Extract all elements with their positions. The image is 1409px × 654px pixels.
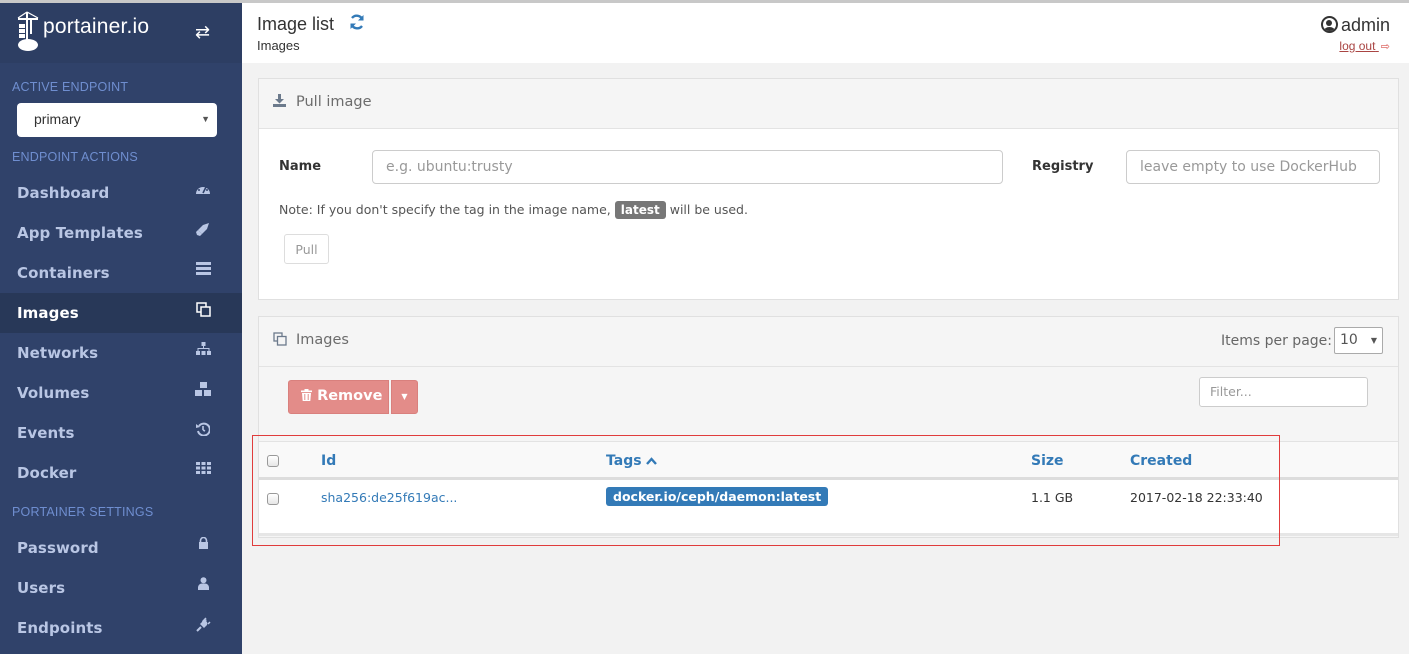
sidebar-item-label: Images (17, 304, 79, 322)
sidebar: portainer.io ⇄ ACTIVE ENDPOINT primary ▼… (0, 0, 242, 654)
table-row: sha256:de25f619ac... docker.io/ceph/daem… (259, 480, 1398, 536)
remove-label: Remove (317, 388, 383, 404)
remove-button[interactable]: Remove (288, 380, 389, 414)
column-tags-label: Tags (606, 453, 642, 469)
sidebar-item-label: Docker (17, 464, 77, 482)
plug-icon (192, 617, 214, 636)
clone-icon (192, 302, 214, 321)
sitemap-icon (192, 342, 214, 359)
registry-input[interactable]: leave empty to use DockerHub (1126, 150, 1380, 184)
logout-link[interactable]: log out ⇨ (1339, 39, 1390, 53)
tag-note: Note: If you don't specify the tag in th… (279, 201, 748, 219)
sidebar-item-dashboard[interactable]: Dashboard (0, 173, 242, 213)
lock-icon (192, 536, 214, 553)
items-per-page-value: 10 (1340, 332, 1358, 348)
column-tags[interactable]: Tags (606, 453, 658, 469)
sort-asc-icon (646, 453, 658, 469)
pull-image-title: Pull image (296, 94, 372, 110)
server-icon (192, 262, 214, 279)
th-icon (192, 462, 214, 478)
sidebar-item-label: Containers (17, 264, 110, 282)
sign-out-icon: ⇨ (1380, 41, 1390, 53)
username: admin (1340, 15, 1390, 35)
user-icon (192, 577, 214, 594)
brand-bar: portainer.io ⇄ (0, 0, 242, 63)
cubes-icon (192, 382, 214, 401)
sidebar-item-docker[interactable]: Docker (0, 453, 242, 493)
exchange-icon[interactable]: ⇄ (195, 22, 210, 43)
caret-down-icon: ▼ (401, 392, 408, 401)
images-widget: Images Items per page: 10 ▼ Remove ▼ Fil… (258, 316, 1399, 538)
sidebar-item-users[interactable]: Users (0, 568, 242, 608)
select-all-checkbox[interactable] (267, 455, 279, 467)
filter-input[interactable]: Filter... (1199, 377, 1368, 407)
sidebar-item-label: Dashboard (17, 184, 110, 202)
latest-badge: latest (614, 201, 666, 219)
sidebar-item-events[interactable]: Events (0, 413, 242, 453)
remove-dropdown-toggle[interactable]: ▼ (391, 380, 418, 414)
endpoint-select-value: primary (34, 111, 81, 127)
sidebar-item-label: Endpoints (17, 619, 103, 637)
image-tag-cell: docker.io/ceph/daemon:latest (606, 487, 829, 506)
sidebar-item-label: Networks (17, 344, 99, 362)
sidebar-item-volumes[interactable]: Volumes (0, 373, 242, 413)
pull-image-header: Pull image (259, 79, 1398, 129)
note-text-before: Note: If you don't specify the tag in th… (279, 202, 611, 217)
name-label: Name (279, 159, 322, 174)
column-id[interactable]: Id (321, 453, 336, 469)
brand-name[interactable]: portainer.io (43, 15, 149, 39)
registry-label: Registry (1032, 159, 1094, 174)
column-created[interactable]: Created (1130, 453, 1192, 469)
pull-image-widget: Pull image Name e.g. ubuntu:trusty Regis… (258, 78, 1399, 300)
caret-down-icon: ▼ (1370, 336, 1377, 345)
user-info: admin (1320, 15, 1390, 36)
active-endpoint-title: ACTIVE ENDPOINT (12, 80, 129, 94)
images-header: Images Items per page: 10 ▼ (259, 317, 1398, 367)
sidebar-item-label: Password (17, 539, 99, 557)
note-text-after: will be used. (669, 202, 748, 217)
endpoint-select[interactable]: primary ▼ (17, 103, 217, 137)
sidebar-item-label: Users (17, 579, 66, 597)
sidebar-item-networks[interactable]: Networks (0, 333, 242, 373)
sidebar-item-label: Events (17, 424, 75, 442)
image-id-link[interactable]: sha256:de25f619ac... (321, 490, 457, 505)
refresh-icon[interactable] (349, 14, 365, 35)
trash-icon (301, 388, 317, 404)
sidebar-item-label: Volumes (17, 384, 90, 402)
portainer-settings-title: PORTAINER SETTINGS (12, 505, 154, 519)
image-size: 1.1 GB (1031, 490, 1074, 505)
items-per-page-label: Items per page: (1220, 333, 1332, 349)
images-toolbar: Remove ▼ Filter... (259, 367, 1398, 442)
image-created: 2017-02-18 22:33:40 (1130, 490, 1263, 505)
row-checkbox[interactable] (267, 493, 279, 505)
sidebar-item-app-templates[interactable]: App Templates (0, 213, 242, 253)
sidebar-item-images[interactable]: Images (0, 293, 242, 333)
page-header: Image list Images admin log out ⇨ (242, 3, 1409, 63)
logout-label: log out (1339, 39, 1376, 53)
image-name-input[interactable]: e.g. ubuntu:trusty (372, 150, 1003, 184)
caret-down-icon: ▼ (201, 114, 210, 124)
portainer-logo-icon[interactable] (16, 10, 40, 52)
history-icon (192, 422, 214, 440)
window-top-border (0, 0, 1409, 3)
sidebar-item-endpoints[interactable]: Endpoints (0, 608, 242, 648)
images-title: Images (296, 332, 349, 348)
user-circle-icon (1320, 16, 1338, 33)
endpoint-actions-title: ENDPOINT ACTIONS (12, 150, 138, 164)
sidebar-item-containers[interactable]: Containers (0, 253, 242, 293)
column-size[interactable]: Size (1031, 453, 1064, 469)
rocket-icon (192, 222, 214, 240)
clone-icon (273, 332, 287, 350)
page-title: Image list (257, 14, 335, 34)
sidebar-item-password[interactable]: Password (0, 528, 242, 568)
image-tag: docker.io/ceph/daemon:latest (606, 487, 829, 506)
images-table-header: Id Tags Size Created (259, 442, 1398, 480)
breadcrumb: Images (257, 38, 300, 53)
sidebar-item-label: App Templates (17, 224, 143, 242)
pull-button[interactable]: Pull (284, 234, 329, 264)
items-per-page-select[interactable]: 10 ▼ (1334, 327, 1383, 354)
tachometer-icon (192, 182, 214, 200)
download-icon (273, 94, 286, 111)
